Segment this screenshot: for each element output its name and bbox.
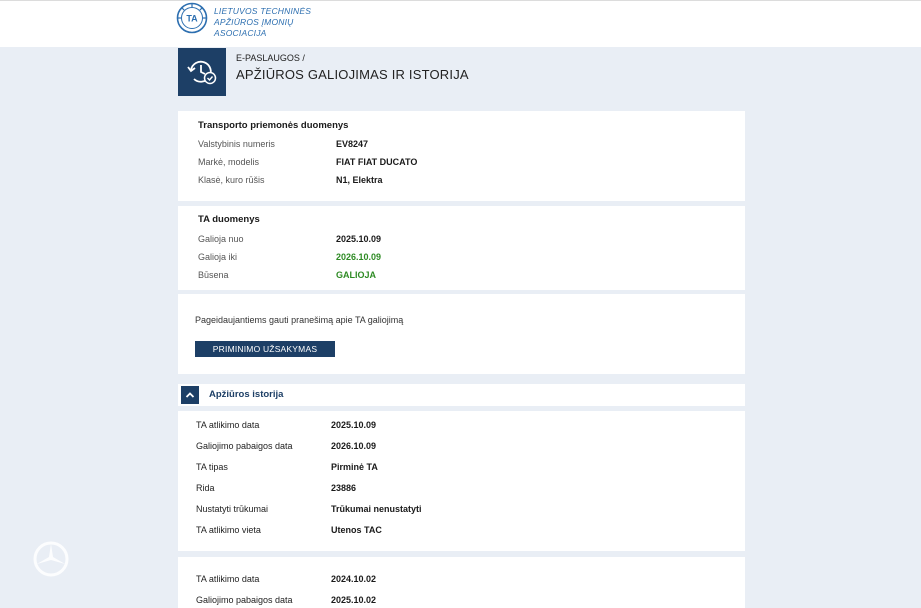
ta-card-title: TA duomenys [198, 214, 260, 225]
expiry-date-value: 2026.10.09 [331, 441, 377, 451]
class-fuel-label: Klasė, kuro rūšis [198, 175, 265, 185]
logo[interactable]: TA LIETUVOS TECHNINĖS APŽIŪROS ĮMONIŲ AS… [176, 2, 346, 39]
inspection-place-label: TA atlikimo vieta [196, 525, 261, 535]
make-model-value: FIAT FIAT DUCATO [336, 157, 418, 167]
mileage-label: Rida [196, 483, 215, 493]
logo-line-1: LIETUVOS TECHNINĖS [214, 6, 312, 16]
inspection-date-label: TA atlikimo data [196, 420, 260, 430]
breadcrumb[interactable]: E-PASLAUGOS / [236, 53, 305, 63]
make-model-label: Markė, modelis [198, 157, 260, 167]
history-entry: TA atlikimo data 2025.10.09 Galiojimo pa… [178, 411, 745, 551]
plate-value: EV8247 [336, 139, 369, 149]
defects-value: Trūkumai nenustatyti [331, 504, 422, 514]
history-collapse-button[interactable] [181, 386, 199, 404]
inspection-place-value: Utenos TAC [331, 525, 382, 535]
vehicle-card-title: Transporto priemonės duomenys [198, 120, 349, 131]
expiry-date-label: Galiojimo pabaigos data [196, 595, 293, 605]
reminder-text: Pageidaujantiems gauti pranešimą apie TA… [195, 315, 404, 325]
status-badge: GALIOJA [336, 270, 377, 280]
status-label: Būsena [198, 270, 229, 280]
inspection-type-label: TA tipas [196, 462, 228, 472]
valid-until-label: Galioja iki [198, 252, 238, 262]
history-title: Apžiūros istorija [209, 389, 284, 400]
logo-emblem-icon: TA [176, 2, 208, 34]
history-clock-icon [187, 60, 217, 85]
valid-from-value: 2025.10.09 [336, 234, 382, 244]
page-title: APŽIŪROS GALIOJIMAS IR ISTORIJA [236, 67, 469, 82]
inspection-type-value: Pirminė TA [331, 462, 378, 472]
star-watermark-icon [33, 541, 69, 577]
valid-until-value: 2026.10.09 [336, 252, 382, 262]
history-header[interactable]: Apžiūros istorija [178, 384, 745, 406]
top-bar: TA LIETUVOS TECHNINĖS APŽIŪROS ĮMONIŲ AS… [0, 0, 921, 47]
expiry-date-label: Galiojimo pabaigos data [196, 441, 293, 451]
defects-label: Nustatyti trūkumai [196, 504, 269, 514]
logo-text: LIETUVOS TECHNINĖS APŽIŪROS ĮMONIŲ ASOCI… [214, 6, 346, 39]
history-entry: TA atlikimo data 2024.10.02 Galiojimo pa… [178, 557, 745, 608]
chevron-up-icon [185, 392, 195, 398]
mileage-value: 23886 [331, 483, 357, 493]
inspection-date-label: TA atlikimo data [196, 574, 260, 584]
plate-label: Valstybinis numeris [198, 139, 275, 149]
ta-data-card: TA duomenys Galioja nuo 2025.10.09 Galio… [178, 206, 745, 290]
logo-line-2: APŽIŪROS ĮMONIŲ ASOCIACIJA [214, 17, 294, 38]
class-fuel-value: N1, Elektra [336, 175, 383, 185]
expiry-date-value: 2025.10.02 [331, 595, 377, 605]
service-icon [178, 48, 226, 96]
logo-mark: TA [186, 14, 198, 24]
inspection-date-value: 2024.10.02 [331, 574, 377, 584]
reminder-card: Pageidaujantiems gauti pranešimą apie TA… [178, 294, 745, 374]
inspection-date-value: 2025.10.09 [331, 420, 377, 430]
reminder-order-button[interactable]: PRIMINIMO UŽSAKYMAS [195, 341, 335, 357]
valid-from-label: Galioja nuo [198, 234, 244, 244]
vehicle-data-card: Transporto priemonės duomenys Valstybini… [178, 111, 745, 201]
